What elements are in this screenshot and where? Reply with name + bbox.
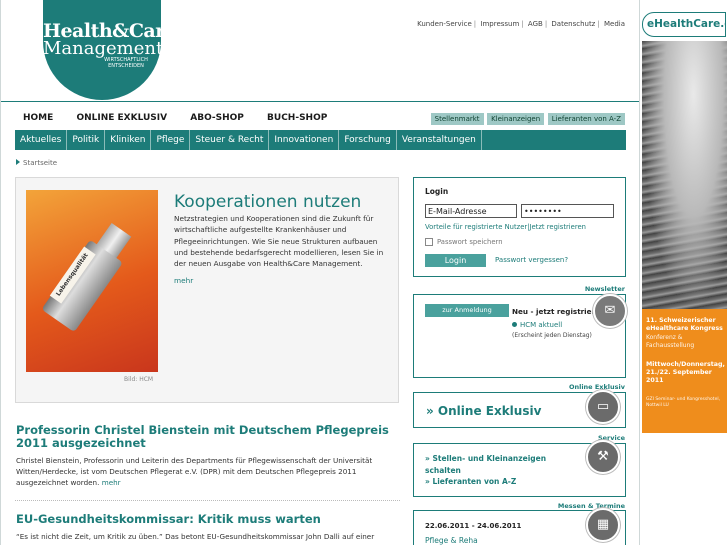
service-item-anzeigen[interactable]: » Stellen- und Kleinanzeigen schalten — [425, 453, 575, 476]
link-jetzt-registrieren[interactable]: Jetzt registrieren — [530, 223, 586, 231]
ad-photo — [642, 41, 727, 309]
register-links: Vorteile für registrierte Nutzer|Jetzt r… — [425, 223, 586, 231]
sub-nav: Aktuelles Politik Kliniken Pflege Steuer & R… — [15, 130, 626, 150]
ad-banner[interactable]: eHealthCare.ch 11. Schweizerischer eHeal… — [641, 0, 727, 545]
remember-checkbox[interactable] — [425, 238, 433, 246]
breadcrumb: Startseite — [16, 159, 57, 167]
header-divider — [1, 101, 639, 102]
teaser-image[interactable]: Lebensqualität — [26, 190, 158, 372]
article-body: Christel Bienstein, Professorin und Leit… — [16, 456, 373, 488]
meta-links: Kunden-Service | Impressum | AGB | Datensch… — [417, 20, 625, 28]
nav-abo-shop[interactable]: ABO-SHOP — [190, 113, 244, 123]
login-button[interactable]: Login — [425, 254, 486, 267]
teaser-text: Netzstrategien und Kooperationen sind di… — [174, 214, 384, 269]
newsletter-title: Neu - jetzt registrieren — [512, 307, 606, 316]
login-title: Login — [425, 187, 449, 196]
article-text: “Es ist nicht die Zeit, um Kritik zu übe… — [16, 532, 375, 541]
page: Health&Care Management WIRTSCHAFTLICH EN… — [0, 0, 727, 545]
remember-password[interactable]: Passwort speichern — [425, 238, 503, 246]
subnav-pflege[interactable]: Pflege — [151, 130, 191, 150]
ad-text-panel: 11. Schweizerischer eHealthcare Kongress… — [642, 309, 727, 433]
nav-kleinanzeigen[interactable]: Kleinanzeigen — [487, 113, 545, 125]
forgot-password-link[interactable]: Passwort vergessen? — [495, 256, 568, 264]
nav-buch-shop[interactable]: BUCH-SHOP — [267, 113, 327, 123]
service-list: » Stellen- und Kleinanzeigen schalten » … — [425, 453, 575, 488]
tools-icon: ⚒ — [586, 440, 620, 474]
teaser-box: Lebensqualität Bild: HCM Kooperationen n… — [15, 177, 399, 403]
newsletter-icon: ✉ — [593, 294, 627, 328]
newsletter-label: Newsletter — [584, 285, 625, 293]
subnav-innovationen[interactable]: Innovationen — [269, 130, 340, 150]
nav-stellenmarkt[interactable]: Stellenmarkt — [430, 113, 484, 125]
article-text: Christel Bienstein, Professorin und Leit… — [16, 455, 400, 489]
ad-venue: GZI Seminar- und Kongresshotel, Nottwil … — [646, 397, 721, 408]
calendar-icon: ▦ — [586, 508, 620, 542]
teaser-title[interactable]: Kooperationen nutzen — [174, 192, 361, 212]
link-impressum[interactable]: Impressum — [480, 20, 519, 28]
ad-date: Mittwoch/Donnerstag, 21./22. September 2… — [646, 361, 725, 384]
teaser-more-link[interactable]: mehr — [174, 276, 193, 285]
image-credit: Bild: HCM — [124, 376, 154, 383]
article-title[interactable]: EU-Gesundheitskommissar: Kritik muss war… — [16, 513, 400, 526]
subnav-forschung[interactable]: Forschung — [339, 130, 397, 150]
newsletter-link[interactable]: HCM aktuell — [512, 321, 562, 329]
link-datenschutz[interactable]: Datenschutz — [551, 20, 595, 28]
newsletter-note: (Erscheint jeden Dienstag) — [512, 332, 592, 339]
login-box: Login Vorteile für registrierte Nutzer|J… — [413, 177, 626, 277]
event-date: 22.06.2011 - 24.06.2011 — [425, 522, 522, 530]
nav-online-exklusiv[interactable]: ONLINE EXKLUSIV — [76, 113, 167, 123]
usb-stick-icon: Lebensqualität — [26, 204, 158, 357]
nav-lieferanten[interactable]: Lieferanten von A-Z — [547, 113, 625, 125]
main-nav: HOME ONLINE EXKLUSIV ABO-SHOP BUCH-SHOP — [23, 113, 347, 123]
ad-logo: eHealthCare.ch — [642, 12, 726, 37]
service-item-lieferanten[interactable]: » Lieferanten von A-Z — [425, 476, 575, 488]
link-kunden-service[interactable]: Kunden-Service — [417, 20, 472, 28]
newsletter-link-label: HCM aktuell — [520, 321, 563, 329]
breadcrumb-startseite[interactable]: Startseite — [23, 159, 57, 167]
site-logo[interactable]: Health&Care Management WIRTSCHAFTLICH EN… — [43, 0, 177, 100]
ad-subtitle: Konferenz & Fachausstellung — [646, 334, 695, 349]
article-more-link[interactable]: mehr — [102, 478, 121, 487]
subnav-kliniken[interactable]: Kliniken — [105, 130, 152, 150]
subnav-politik[interactable]: Politik — [67, 130, 106, 150]
remember-label: Passwort speichern — [437, 238, 503, 246]
arrow-right-icon — [16, 159, 20, 165]
link-vorteile[interactable]: Vorteile für registrierte Nutzer — [425, 223, 527, 231]
ad-title: 11. Schweizerischer eHealthcare Kongress — [646, 317, 723, 332]
subnav-aktuelles[interactable]: Aktuelles — [15, 130, 68, 150]
event-link[interactable]: Pflege & Reha — [425, 536, 478, 545]
subnav-steuer-recht[interactable]: Steuer & Recht — [190, 130, 270, 150]
logo-line2: Management — [43, 38, 164, 59]
email-field[interactable] — [425, 204, 517, 218]
online-exklusiv-link[interactable]: » Online Exklusiv — [426, 404, 541, 418]
link-media[interactable]: Media — [604, 20, 625, 28]
password-field[interactable] — [521, 204, 614, 218]
logo-tagline: WIRTSCHAFTLICH ENTSCHEIDEN — [104, 57, 148, 69]
link-agb[interactable]: AGB — [528, 20, 543, 28]
divider — [15, 500, 400, 501]
nav-home[interactable]: HOME — [23, 113, 53, 123]
right-nav: Stellenmarkt Kleinanzeigen Lieferanten v… — [430, 113, 625, 125]
bullet-icon — [512, 322, 517, 327]
main-column: Health&Care Management WIRTSCHAFTLICH EN… — [0, 0, 640, 545]
newsletter-signup-button[interactable]: zur Anmeldung — [425, 304, 509, 317]
monitor-icon: ▭ — [586, 390, 620, 424]
subnav-veranstaltungen[interactable]: Veranstaltungen — [397, 130, 482, 150]
messen-label: Messen & Termine — [557, 502, 625, 510]
article-title[interactable]: Professorin Christel Bienstein mit Deuts… — [16, 424, 400, 450]
